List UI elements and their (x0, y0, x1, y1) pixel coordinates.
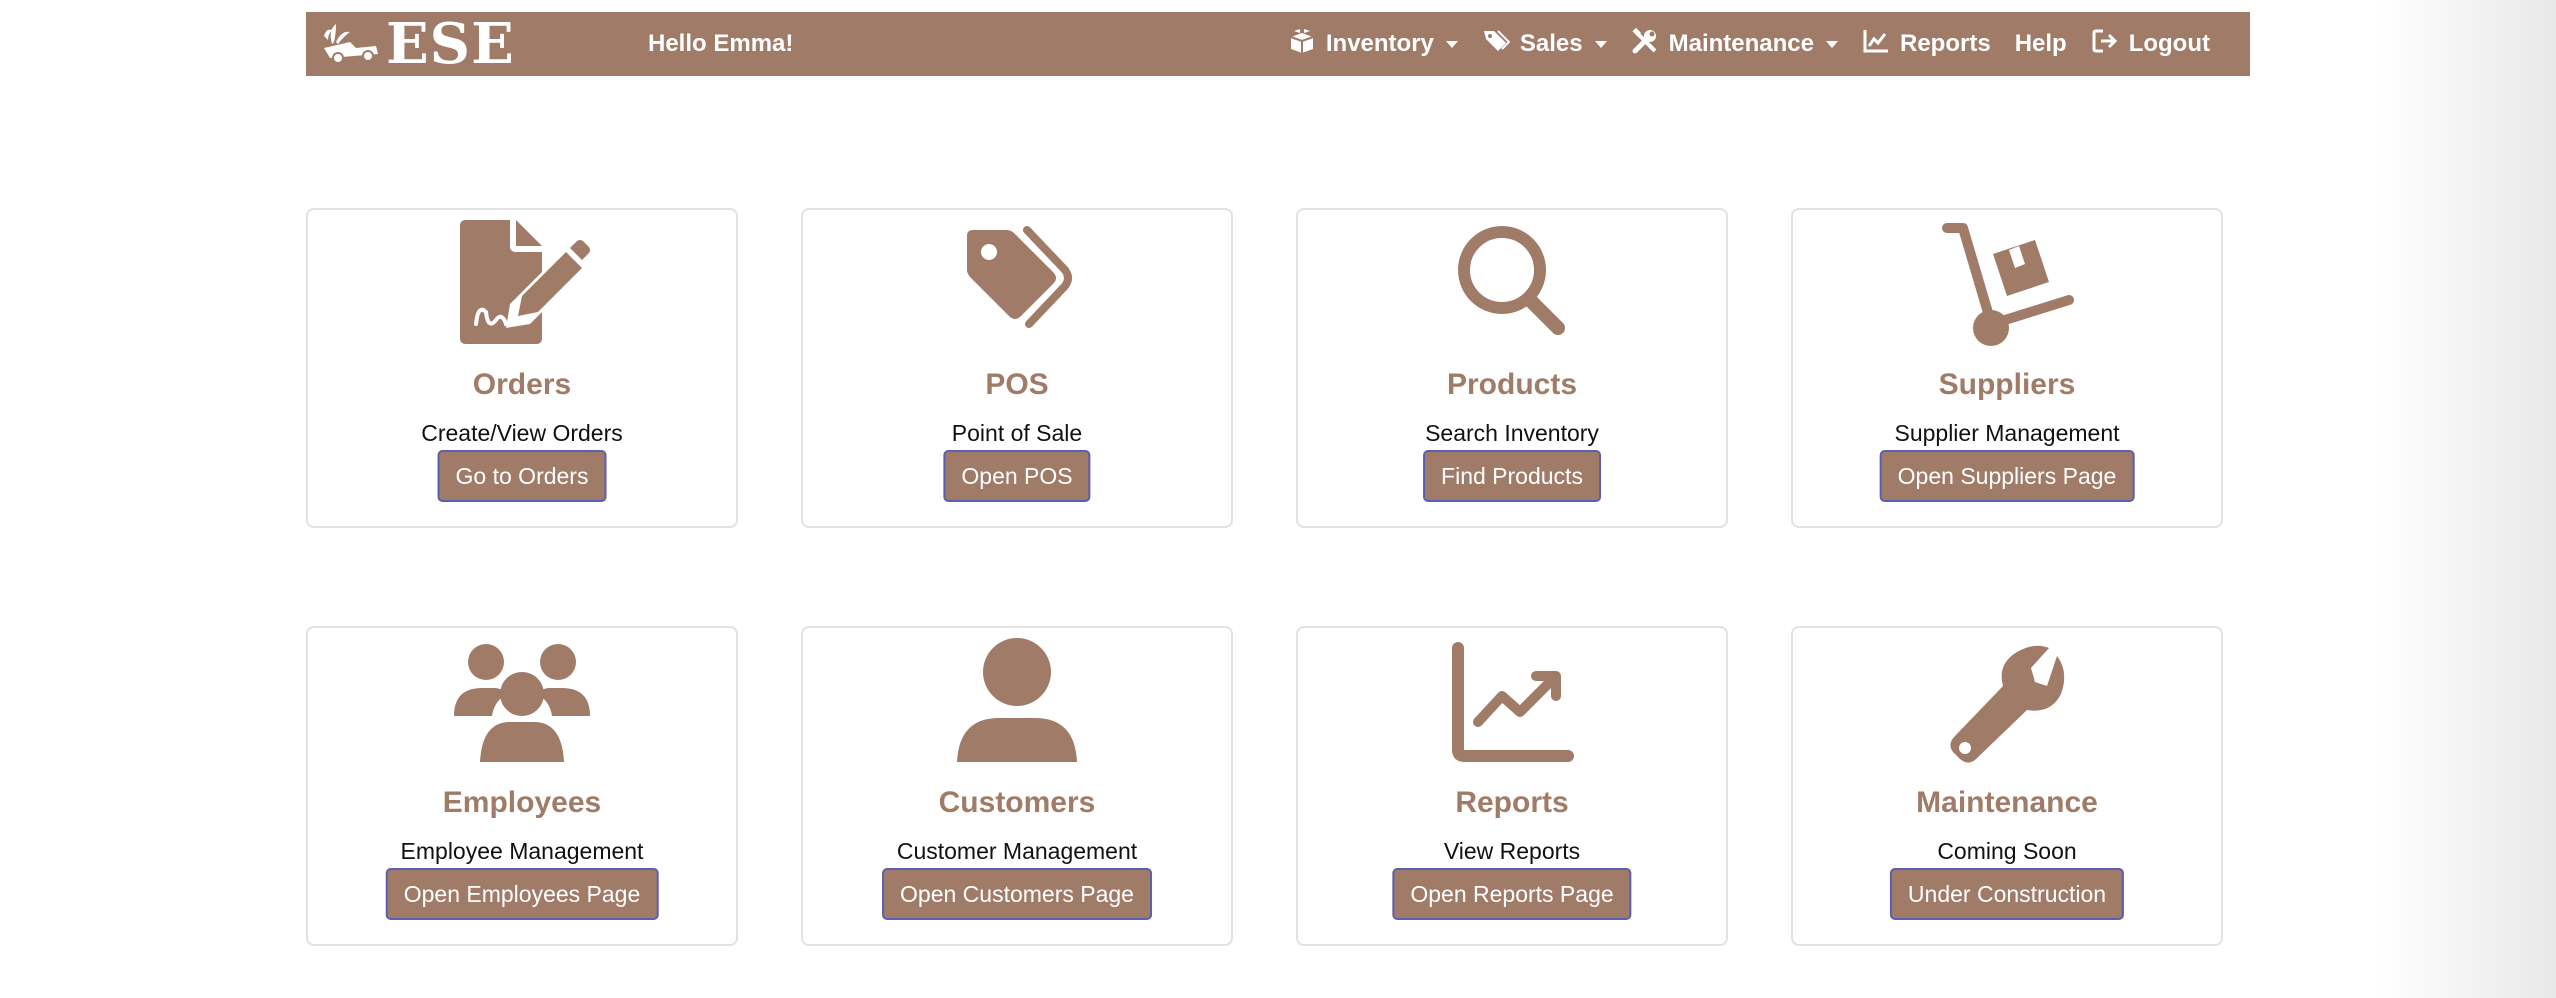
open-pos-button[interactable]: Open POS (943, 450, 1091, 502)
card-description: Supplier Management (1894, 420, 2120, 446)
wrench-icon (1939, 638, 2075, 766)
card-title: Orders (472, 368, 572, 401)
nav-menu: Inventory Sales Maintenance Reports Help (1276, 12, 2222, 76)
card-title: Reports (1455, 786, 1569, 819)
find-products-button[interactable]: Find Products (1423, 450, 1601, 502)
file-signature-icon (454, 220, 590, 348)
card-description: Create/View Orders (421, 420, 623, 446)
card-title: Customers (938, 786, 1096, 819)
logout-icon (2091, 27, 2119, 62)
top-navbar: ESE Hello Emma! Inventory Sales Maintena… (306, 12, 2250, 76)
card-title: POS (985, 368, 1049, 401)
card-title: Products (1446, 368, 1578, 401)
boxes-icon (1288, 27, 1316, 62)
open-suppliers-page-button[interactable]: Open Suppliers Page (1879, 450, 2135, 502)
nav-item-label: Maintenance (1668, 30, 1814, 57)
brand-name: ESE (386, 11, 515, 77)
chevron-down-icon (1445, 40, 1458, 48)
card-maintenance: Maintenance Coming Soon Under Constructi… (1791, 626, 2223, 946)
nav-item-maintenance[interactable]: Maintenance (1619, 12, 1850, 76)
search-icon (1444, 220, 1580, 348)
open-reports-page-button[interactable]: Open Reports Page (1392, 868, 1632, 920)
tags-icon (949, 220, 1085, 348)
card-products: Products Search Inventory Find Products (1296, 208, 1728, 528)
users-icon (454, 638, 590, 766)
card-title: Employees (442, 786, 602, 819)
user-greeting: Hello Emma! (648, 30, 794, 57)
card-employees: Employees Employee Management Open Emplo… (306, 626, 738, 946)
card-description: Employee Management (400, 838, 644, 864)
chevron-down-icon (1594, 40, 1607, 48)
card-description: Coming Soon (1937, 838, 2077, 864)
nav-item-help[interactable]: Help (2003, 12, 2079, 76)
nav-item-inventory[interactable]: Inventory (1276, 12, 1470, 76)
card-title: Maintenance (1916, 786, 2098, 819)
nav-item-logout[interactable]: Logout (2079, 12, 2222, 76)
card-title: Suppliers (1938, 368, 2076, 401)
card-description: Point of Sale (951, 420, 1083, 446)
nav-item-sales[interactable]: Sales (1470, 12, 1619, 76)
nav-item-reports[interactable]: Reports (1850, 12, 2003, 76)
card-orders: Orders Create/View Orders Go to Orders (306, 208, 738, 528)
chart-line-icon (1444, 638, 1580, 766)
nav-item-label: Sales (1519, 30, 1583, 57)
nav-item-label: Help (2014, 30, 2067, 57)
open-customers-page-button[interactable]: Open Customers Page (882, 868, 1152, 920)
card-description: Search Inventory (1425, 420, 1599, 446)
user-icon (949, 638, 1085, 766)
nav-item-label: Logout (2128, 30, 2210, 57)
chart-line-icon (1862, 27, 1890, 62)
open-employees-page-button[interactable]: Open Employees Page (385, 868, 659, 920)
card-pos: POS Point of Sale Open POS (801, 208, 1233, 528)
tags-icon (1482, 27, 1511, 62)
dolly-icon (1939, 220, 2075, 348)
card-description: Customer Management (896, 838, 1138, 864)
page-edge-shadow (2376, 0, 2556, 998)
garden-cart-logo-icon (320, 20, 382, 69)
nav-item-label: Reports (1900, 30, 1991, 57)
tools-icon (1631, 27, 1659, 62)
go-to-orders-button[interactable]: Go to Orders (437, 450, 607, 502)
card-description: View Reports (1443, 838, 1581, 864)
card-reports: Reports View Reports Open Reports Page (1296, 626, 1728, 946)
brand-logo[interactable]: ESE (320, 11, 515, 77)
nav-item-label: Inventory (1325, 30, 1434, 57)
card-customers: Customers Customer Management Open Custo… (801, 626, 1233, 946)
chevron-down-icon (1826, 40, 1838, 48)
card-suppliers: Suppliers Supplier Management Open Suppl… (1791, 208, 2223, 528)
under-construction-button[interactable]: Under Construction (1889, 868, 2125, 920)
